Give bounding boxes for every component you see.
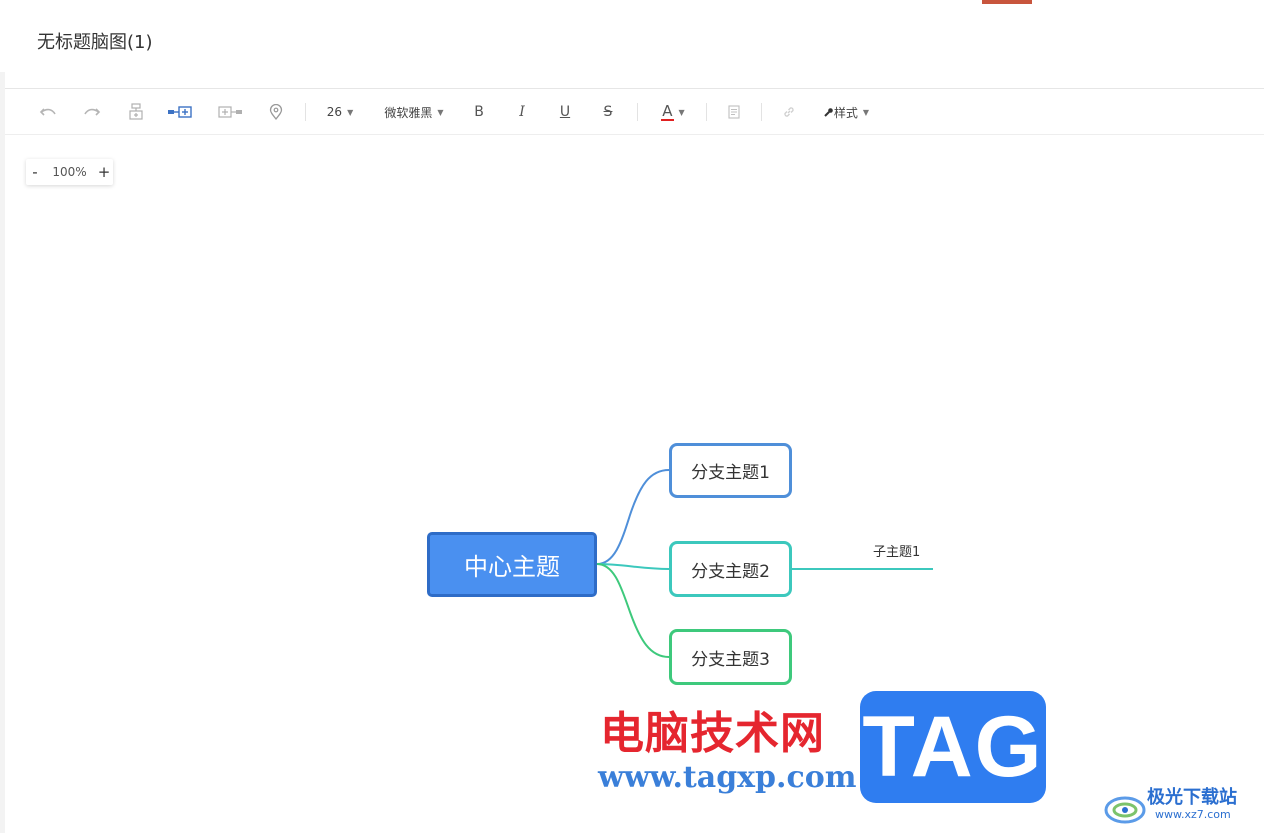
connector-branch-2	[596, 563, 670, 570]
link-button[interactable]	[778, 89, 800, 135]
central-topic[interactable]: 中心主题	[427, 532, 597, 597]
zoom-control: - 100% +	[26, 159, 113, 185]
editor-toolbar: 26 ▼ 微软雅黑 ▼ B I U S A ▼ 样式 ▼	[5, 88, 1264, 135]
link-icon	[784, 107, 794, 117]
strikethrough-label: S	[603, 104, 613, 120]
undo-icon	[39, 108, 56, 116]
location-pin-icon	[269, 104, 283, 120]
font-family-select[interactable]: 微软雅黑 ▼	[381, 89, 447, 135]
insert-sibling-icon	[168, 106, 192, 118]
note-icon	[728, 105, 740, 119]
left-panel-edge	[0, 72, 5, 833]
connector-branch-1	[596, 469, 670, 565]
brush-icon	[824, 107, 833, 117]
strikethrough-button[interactable]: S	[598, 89, 618, 135]
underline-button[interactable]: U	[555, 89, 575, 135]
watermark-tag-badge: TAG	[860, 691, 1046, 803]
top-accent-bar	[982, 0, 1032, 4]
toolbar-separator	[761, 103, 762, 121]
toolbar-separator	[637, 103, 638, 121]
site-name: 极光下载站	[1147, 787, 1237, 808]
marker-button[interactable]	[263, 89, 289, 135]
style-label: 样式	[833, 105, 858, 120]
underline-label: U	[559, 104, 571, 120]
site-url: www.xz7.com	[1155, 808, 1231, 821]
note-button[interactable]	[723, 89, 745, 135]
document-title[interactable]: 无标题脑图(1)	[37, 31, 153, 55]
toolbar-separator	[706, 103, 707, 121]
insert-parent-icon	[218, 106, 242, 118]
insert-parent-button[interactable]	[215, 89, 245, 135]
subtopic-1[interactable]: 子主题1	[873, 541, 920, 560]
style-menu-button[interactable]: 样式 ▼	[818, 89, 874, 135]
insert-sibling-button[interactable]	[165, 89, 195, 135]
branch-topic-3[interactable]: 分支主题3	[669, 629, 792, 685]
redo-button[interactable]	[79, 89, 105, 135]
undo-button[interactable]	[35, 89, 61, 135]
font-color-button[interactable]: A ▼	[657, 89, 689, 135]
chevron-down-icon: ▼	[347, 107, 354, 117]
zoom-out-button[interactable]: -	[26, 163, 44, 181]
font-size-select[interactable]: 26 ▼	[323, 89, 357, 135]
insert-child-button[interactable]	[123, 89, 149, 135]
branch-topic-2[interactable]: 分支主题2	[669, 541, 792, 597]
zoom-in-button[interactable]: +	[95, 163, 113, 181]
zoom-level: 100%	[52, 165, 87, 179]
connector-branch-3	[596, 563, 670, 658]
chevron-down-icon: ▼	[862, 107, 870, 117]
font-family-value: 微软雅黑	[384, 105, 433, 120]
italic-label: I	[519, 104, 525, 120]
watermark-site-title: 电脑技术网	[600, 708, 825, 759]
chevron-down-icon: ▼	[437, 107, 444, 117]
mindmap-editor-page: 无标题脑图(1) 26 ▼ 微软雅黑 ▼ B I U S A ▼ 样式 ▼ - …	[0, 0, 1264, 833]
toolbar-separator	[305, 103, 306, 121]
watermark-url: www.tagxp.com	[598, 760, 857, 795]
italic-button[interactable]: I	[512, 89, 532, 135]
bold-button[interactable]: B	[469, 89, 489, 135]
bold-label: B	[474, 104, 484, 120]
redo-icon	[84, 108, 101, 116]
insert-child-icon	[129, 103, 143, 120]
chevron-down-icon: ▼	[678, 107, 685, 117]
branch-topic-1[interactable]: 分支主题1	[669, 443, 792, 498]
font-size-value: 26	[326, 105, 343, 119]
font-color-label: A	[661, 101, 674, 121]
